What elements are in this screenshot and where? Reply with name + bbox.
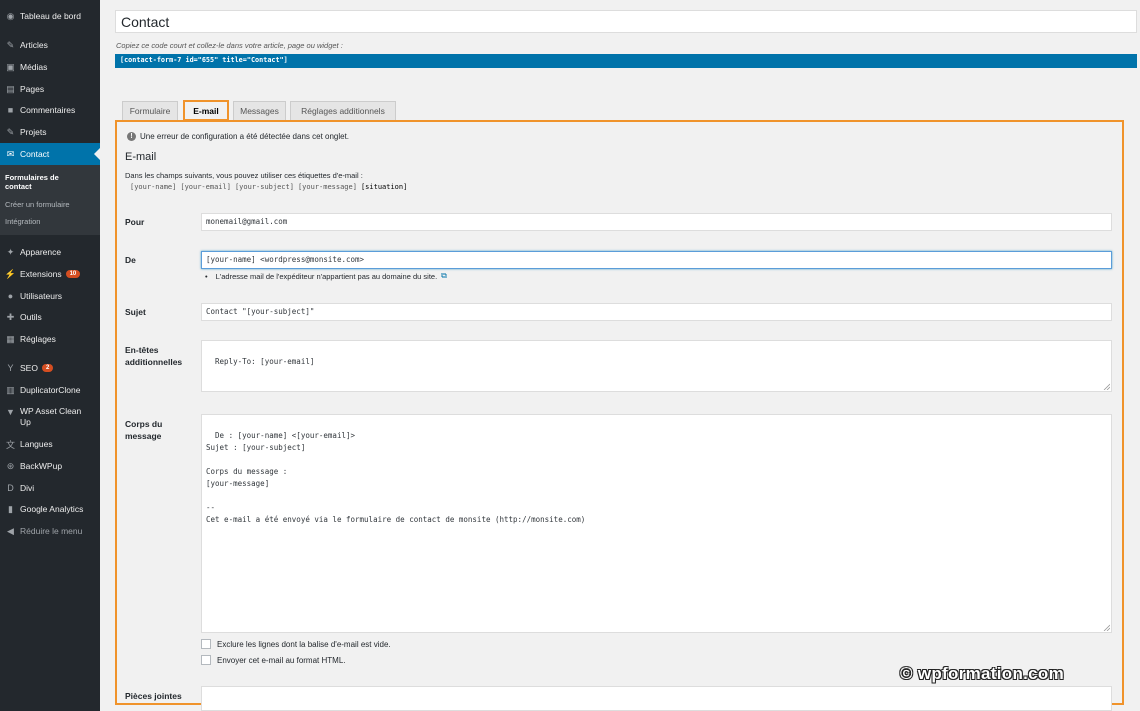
bullet-icon: • [205, 271, 208, 281]
mail-tag[interactable]: [your-email] [180, 183, 231, 191]
headers-textarea[interactable]: Reply-To: [your-email] [201, 340, 1112, 392]
brush-icon: ✦ [6, 246, 15, 257]
update-count-badge: 10 [65, 270, 81, 278]
seo-icon: Y [7, 363, 14, 373]
admin-sidebar: ◉ Tableau de bord ✎ Articles ▣ Médias ▤ Page… [0, 0, 100, 711]
watermark: © wpformation.com [900, 664, 1065, 683]
exclude-empty-lines-option[interactable]: Exclure les lignes dont la balise d'e-ma… [201, 639, 391, 649]
tab-formulaire[interactable]: Formulaire [122, 101, 178, 120]
wrench-icon: ✚ [6, 311, 15, 322]
menu-tools[interactable]: ✚ Outils [0, 306, 100, 328]
menu-duplicator[interactable]: ▥ DuplicatorClone [0, 379, 100, 401]
menu-google-analytics[interactable]: ▮ Google Analytics [0, 498, 100, 520]
submenu-integration[interactable]: Intégration [5, 217, 40, 226]
to-field[interactable]: monemail@gmail.com [201, 213, 1112, 231]
menu-settings[interactable]: ▦ Réglages [0, 328, 100, 350]
analytics-icon: ▮ [8, 503, 13, 514]
tab-messages[interactable]: Messages [233, 101, 286, 120]
backup-icon: ⊛ [6, 460, 15, 471]
pin-icon: ✎ [6, 126, 15, 137]
menu-articles[interactable]: ✎ Articles [0, 34, 100, 56]
from-field[interactable]: [your-name] <wordpress@monsite.com> [201, 251, 1112, 269]
mail-tag[interactable]: [situation] [361, 183, 407, 191]
mail-tags-intro: Dans les champs suivants, vous pouvez ut… [125, 171, 363, 180]
mail-tag[interactable]: [your-message] [298, 183, 357, 191]
menu-contact[interactable]: ✉ Contact [0, 143, 100, 165]
menu-comments[interactable]: ■ Commentaires [0, 99, 100, 121]
shortcode-hint: Copiez ce code court et collez-le dans v… [116, 41, 343, 50]
resize-grip-icon[interactable] [1103, 624, 1110, 631]
mail-tag[interactable]: [your-name] [130, 183, 176, 191]
menu-extensions[interactable]: ⚡ Extensions 10 [0, 263, 100, 285]
subject-label: Sujet [125, 307, 146, 317]
plugin-icon: ⚡ [4, 268, 17, 279]
duplicator-icon: ▥ [6, 384, 15, 395]
collapse-icon: ◀ [7, 525, 14, 536]
attachments-label: Pièces jointes [125, 691, 182, 701]
users-icon: ● [7, 291, 14, 301]
menu-appearance[interactable]: ✦ Apparence [0, 241, 100, 263]
menu-pages[interactable]: ▤ Pages [0, 78, 100, 100]
filter-icon: ▼ [6, 406, 15, 417]
mail-tag[interactable]: [your-subject] [235, 183, 294, 191]
section-title: E-mail [125, 151, 157, 163]
menu-wp-asset-clean-up[interactable]: ▼ WP Asset Clean Up [0, 402, 100, 432]
mail-tags-list: [your-name] [your-email] [your-subject] [yo… [130, 183, 411, 191]
menu-dashboard[interactable]: ◉ Tableau de bord [0, 5, 100, 27]
headers-label: En-têtes additionnelles [125, 345, 183, 367]
envelope-icon: ✉ [6, 148, 15, 159]
menu-seo[interactable]: Y SEO 2 [0, 357, 100, 379]
page-icon: ▤ [6, 83, 15, 94]
contact-submenu: Formulaires de contact Créer un formulai… [0, 165, 100, 235]
config-error-notice: ! Une erreur de configuration a été déte… [127, 132, 349, 141]
seo-count-badge: 2 [41, 364, 54, 372]
html-format-option[interactable]: Envoyer cet e-mail au format HTML. [201, 655, 345, 665]
divi-icon: D [7, 483, 14, 493]
body-value: De : [your-name] <[your-email]> Sujet : … [206, 431, 586, 524]
comment-icon: ■ [7, 105, 14, 115]
body-label: Corps du message [125, 419, 163, 441]
from-domain-warning: • L'adresse mail de l'expéditeur n'appar… [205, 271, 447, 281]
resize-grip-icon[interactable] [1103, 383, 1110, 390]
to-label: Pour [125, 217, 145, 227]
collapse-menu-button[interactable]: ◀ Réduire le menu [0, 520, 100, 542]
subject-field[interactable]: Contact "[your-subject]" [201, 303, 1112, 321]
shortcode-field[interactable]: [contact-form-7 id="655" title="Contact"… [115, 54, 1137, 68]
body-textarea[interactable]: De : [your-name] <[your-email]> Sujet : … [201, 414, 1112, 633]
pin-icon: ✎ [6, 39, 15, 50]
tab-email[interactable]: E-mail [183, 100, 229, 121]
dashboard-icon: ◉ [6, 10, 15, 21]
headers-value: Reply-To: [your-email] [215, 357, 315, 366]
html-format-checkbox[interactable] [201, 655, 211, 665]
submenu-contact-forms[interactable]: Formulaires de contact [5, 173, 85, 191]
warning-icon: ! [127, 132, 136, 141]
translate-icon: 文 [5, 439, 15, 450]
settings-icon: ▦ [6, 333, 15, 344]
media-icon: ▣ [6, 61, 15, 72]
tab-additional-settings[interactable]: Réglages additionnels [290, 101, 396, 120]
from-label: De [125, 255, 136, 265]
form-title-input[interactable]: Contact [115, 10, 1137, 33]
submenu-new-form[interactable]: Créer un formulaire [5, 200, 70, 209]
menu-users[interactable]: ● Utilisateurs [0, 285, 100, 307]
external-link-icon[interactable]: ⧉ [441, 271, 447, 281]
menu-languages[interactable]: 文 Langues [0, 433, 100, 455]
menu-divi[interactable]: D Divi [0, 477, 100, 499]
menu-projects[interactable]: ✎ Projets [0, 121, 100, 143]
attachments-textarea[interactable] [201, 686, 1112, 711]
menu-medias[interactable]: ▣ Médias [0, 56, 100, 78]
menu-backwpup[interactable]: ⊛ BackWPup [0, 455, 100, 477]
exclude-empty-lines-checkbox[interactable] [201, 639, 211, 649]
